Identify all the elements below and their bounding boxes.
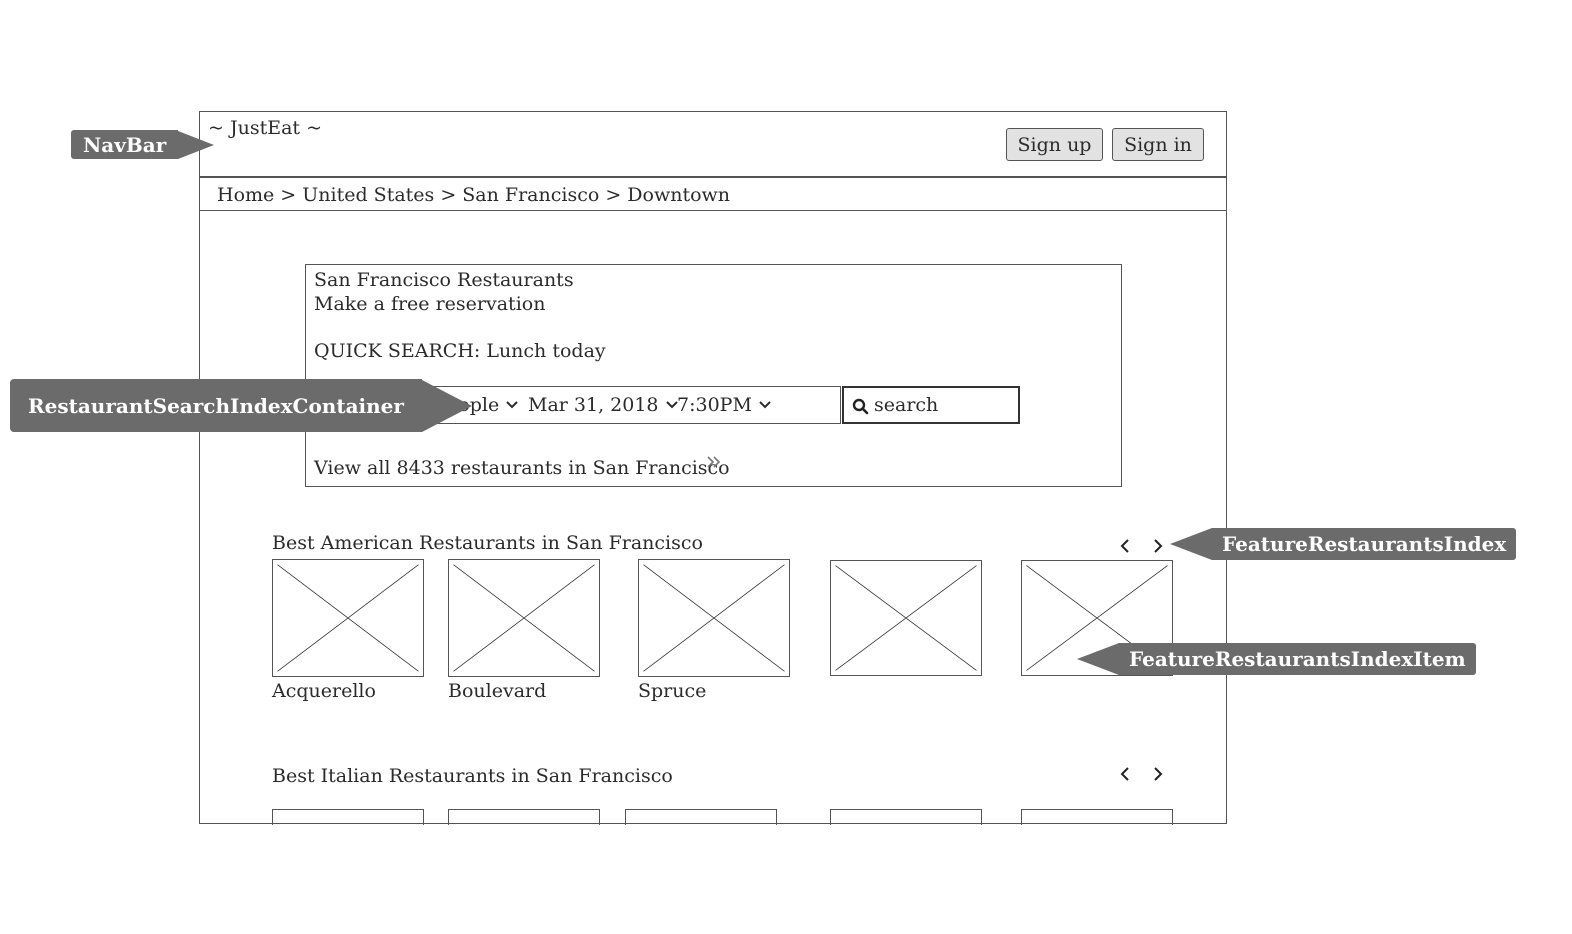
logo[interactable]: ~ JustEat ~	[208, 119, 322, 138]
restaurant-thumbnail[interactable]	[1021, 809, 1173, 825]
search-input[interactable]: search	[842, 386, 1020, 424]
navbar-divider	[199, 176, 1227, 178]
quick-search-label: QUICK SEARCH: Lunch today	[314, 340, 606, 362]
callout-arrow	[421, 379, 472, 432]
section-title-italian: Best Italian Restaurants in San Francisc…	[272, 765, 673, 787]
feature-item-callout: FeatureRestaurantsIndexItem	[1077, 643, 1476, 675]
search-panel-title: San Francisco Restaurants	[314, 269, 574, 291]
feature-item-callout-label: FeatureRestaurantsIndexItem	[1119, 643, 1476, 675]
signin-button[interactable]: Sign in	[1112, 128, 1204, 161]
chevron-down-icon	[759, 401, 771, 409]
image-placeholder-icon	[831, 561, 981, 675]
feature-index-callout-label: FeatureRestaurantsIndex	[1212, 528, 1517, 560]
search-icon	[852, 398, 869, 415]
signup-button[interactable]: Sign up	[1006, 128, 1103, 161]
search-container-callout: RestaurantSearchIndexContainer	[10, 379, 472, 432]
time-select[interactable]: 7:30PM	[677, 394, 772, 416]
restaurant-thumbnail[interactable]	[448, 559, 600, 677]
date-select[interactable]: Mar 31, 2018	[528, 394, 679, 416]
restaurant-thumbnail[interactable]	[448, 809, 600, 825]
chevron-right-icon[interactable]	[1151, 537, 1165, 555]
restaurant-thumbnail[interactable]	[830, 560, 982, 676]
breadcrumb[interactable]: Home > United States > San Francisco > D…	[217, 186, 730, 205]
callout-arrow	[178, 130, 215, 159]
search-panel-subtitle: Make a free reservation	[314, 293, 546, 315]
chevron-left-icon[interactable]	[1118, 765, 1132, 783]
date-value: Mar 31, 2018	[528, 394, 659, 416]
restaurant-thumbnail[interactable]	[638, 559, 790, 677]
chevron-down-icon	[506, 401, 518, 409]
view-all-link[interactable]: View all 8433 restaurants in San Francis…	[314, 459, 730, 478]
feature-index-callout: FeatureRestaurantsIndex	[1170, 528, 1517, 560]
chevron-left-icon[interactable]	[1118, 537, 1132, 555]
image-placeholder-icon	[273, 560, 423, 676]
breadcrumb-divider	[199, 210, 1227, 211]
restaurant-name[interactable]: Acquerello	[272, 682, 376, 701]
double-chevron-right-icon[interactable]	[706, 455, 722, 469]
image-placeholder-icon	[449, 560, 599, 676]
image-placeholder-icon	[639, 560, 789, 676]
navbar-callout-label: NavBar	[71, 130, 179, 159]
restaurant-thumbnail[interactable]	[272, 809, 424, 825]
navbar-callout: NavBar	[71, 130, 215, 159]
time-value: 7:30PM	[677, 394, 752, 416]
restaurant-thumbnail[interactable]	[830, 809, 982, 825]
restaurant-thumbnail[interactable]	[625, 809, 777, 825]
search-placeholder: search	[874, 394, 939, 416]
chevron-right-icon[interactable]	[1151, 765, 1165, 783]
restaurant-name[interactable]: Spruce	[638, 682, 706, 701]
callout-arrow	[1077, 643, 1119, 675]
section-title-american: Best American Restaurants in San Francis…	[272, 532, 703, 554]
callout-arrow	[1170, 528, 1212, 560]
restaurant-thumbnail[interactable]	[272, 559, 424, 677]
search-container-callout-label: RestaurantSearchIndexContainer	[10, 379, 422, 432]
restaurant-name[interactable]: Boulevard	[448, 682, 546, 701]
